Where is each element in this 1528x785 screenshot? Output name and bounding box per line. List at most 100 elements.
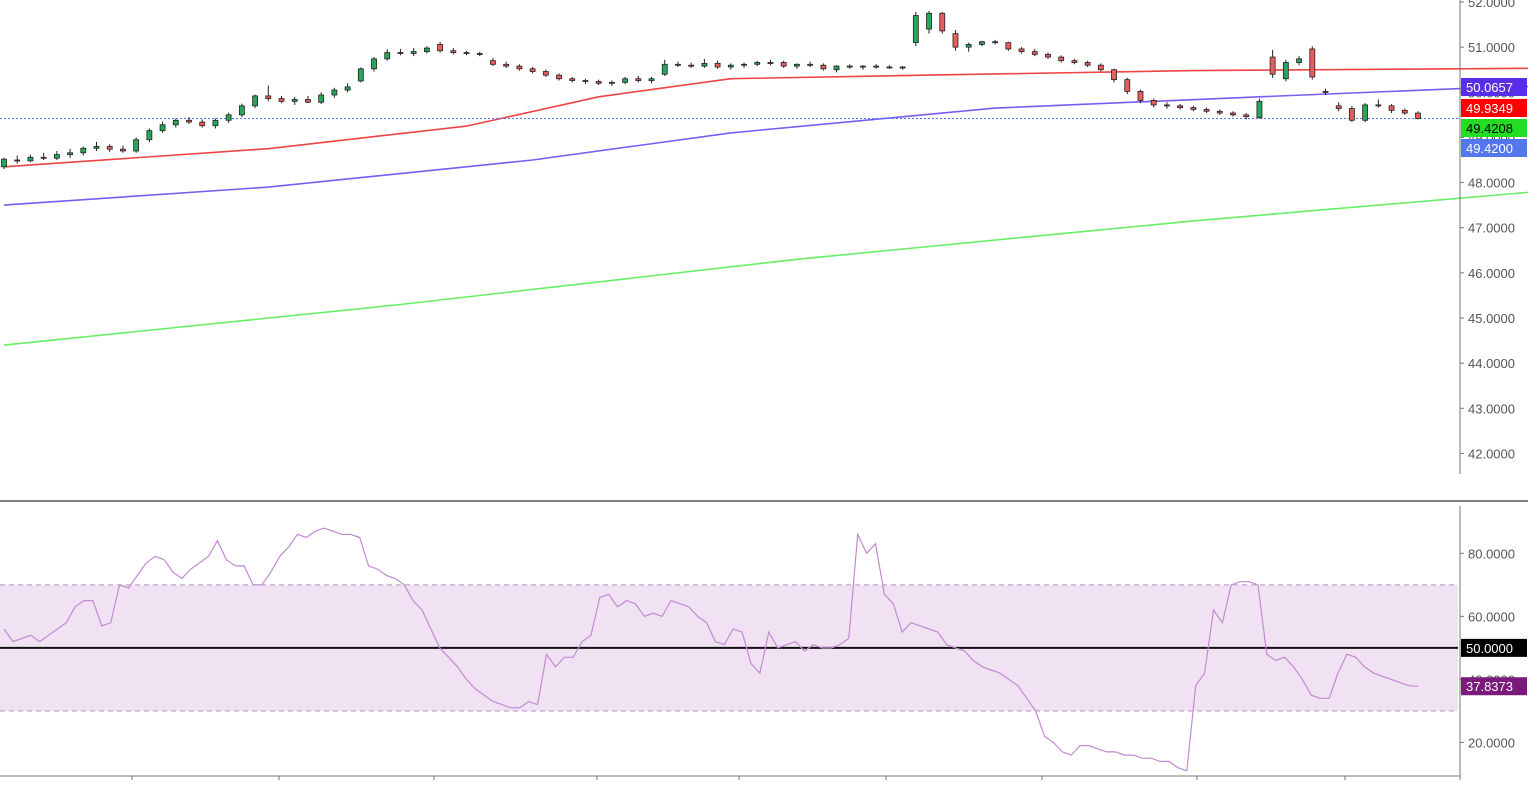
rsi-tick-label: 80.0000 bbox=[1468, 546, 1515, 561]
candle-body bbox=[1045, 53, 1051, 58]
candle-body bbox=[1256, 100, 1263, 118]
candle-body bbox=[1243, 114, 1250, 118]
candle-body bbox=[1282, 62, 1289, 80]
candle-body bbox=[701, 62, 708, 67]
candle-body bbox=[833, 65, 840, 71]
candle-body bbox=[886, 66, 893, 69]
candle-body bbox=[1031, 51, 1038, 55]
candle-body bbox=[608, 81, 615, 84]
candle-body bbox=[53, 154, 60, 159]
price-label-text-sma_mid: 50.0657 bbox=[1466, 80, 1513, 95]
candle-body bbox=[1058, 56, 1065, 62]
candle-body bbox=[846, 65, 853, 68]
candle-body bbox=[635, 78, 642, 81]
price-tick-label: 52.0000 bbox=[1468, 0, 1515, 10]
candle-body bbox=[1, 158, 7, 168]
candle-body bbox=[305, 99, 311, 103]
moving-average-layer bbox=[0, 67, 1528, 346]
candle-body bbox=[503, 63, 510, 67]
candle-body bbox=[1349, 108, 1355, 121]
candle-body bbox=[1071, 60, 1078, 63]
candle-body bbox=[1269, 56, 1276, 75]
candle-body bbox=[1164, 104, 1170, 107]
candle-body bbox=[1216, 110, 1223, 114]
candle-body bbox=[133, 139, 140, 152]
candle-body bbox=[793, 63, 800, 67]
moving-average-line-sma_mid bbox=[3, 85, 1528, 206]
candle-body bbox=[952, 33, 959, 48]
rsi-tick-label: 60.0000 bbox=[1468, 609, 1515, 624]
candle-body bbox=[1388, 105, 1395, 111]
candle-body bbox=[331, 89, 338, 96]
candle-body bbox=[278, 98, 285, 102]
candle-body bbox=[899, 66, 906, 69]
candle-body bbox=[873, 65, 880, 68]
candle-body bbox=[661, 63, 668, 75]
candle-body bbox=[1203, 109, 1210, 112]
candle-body bbox=[93, 146, 100, 149]
candle-body bbox=[582, 80, 589, 82]
candle-body bbox=[357, 68, 364, 82]
price-tick-label: 44.0000 bbox=[1468, 356, 1515, 371]
moving-average-line-sma_slow bbox=[3, 191, 1528, 346]
candle-body bbox=[225, 114, 232, 121]
candle-body bbox=[780, 62, 787, 67]
candle-body bbox=[344, 86, 351, 91]
candle-body bbox=[675, 63, 681, 66]
candle-body bbox=[754, 62, 761, 65]
candle-body bbox=[252, 95, 258, 107]
candle-body bbox=[1415, 112, 1421, 119]
candle-body bbox=[159, 124, 166, 132]
candle-body bbox=[767, 62, 774, 64]
candle-body bbox=[172, 119, 179, 126]
candle-body bbox=[371, 58, 377, 70]
price-tick-label: 45.0000 bbox=[1468, 311, 1515, 326]
price-tick-label: 51.0000 bbox=[1468, 40, 1515, 55]
candle-body bbox=[450, 50, 457, 53]
candle-body bbox=[476, 53, 483, 55]
candle-body bbox=[27, 156, 34, 162]
candle-body bbox=[1335, 105, 1342, 109]
candle-body bbox=[14, 159, 21, 162]
candle-body bbox=[1137, 90, 1144, 101]
candle-body bbox=[1296, 58, 1302, 63]
rsi-midline-label-text: 50.0000 bbox=[1466, 641, 1513, 656]
candle-body bbox=[463, 52, 470, 54]
candle-body bbox=[397, 52, 404, 54]
candle-body bbox=[1018, 48, 1025, 53]
candle-body bbox=[516, 65, 523, 70]
candle-body bbox=[939, 12, 946, 32]
price-label-layer: 50.0657 49.9349 49.4208 49.4200 50.0000 37.83… bbox=[1461, 78, 1527, 696]
candle-body bbox=[1084, 62, 1091, 66]
candle-body bbox=[542, 71, 549, 76]
candle-body bbox=[741, 63, 747, 66]
candle-body bbox=[714, 62, 721, 68]
candle-body bbox=[595, 81, 602, 84]
candle-body bbox=[1097, 64, 1104, 71]
candle-body bbox=[648, 78, 655, 81]
candle-body bbox=[1177, 105, 1184, 109]
candle-body bbox=[490, 60, 496, 65]
candle-body bbox=[423, 47, 430, 53]
candle-body bbox=[965, 44, 972, 48]
trading-chart[interactable]: 42.0000 43.0000 44.0000 45.0000 46.0000 47.00… bbox=[0, 0, 1528, 780]
candle-body bbox=[265, 95, 272, 100]
candle-body bbox=[437, 44, 443, 52]
candlestick-layer bbox=[1, 11, 1421, 170]
candle-body bbox=[569, 78, 576, 81]
chart-canvas[interactable]: 42.0000 43.0000 44.0000 45.0000 46.0000 47.00… bbox=[0, 0, 1528, 780]
moving-average-line-sma_fast bbox=[3, 67, 1528, 168]
candle-body bbox=[1322, 90, 1329, 93]
candle-body bbox=[384, 52, 391, 60]
candle-body bbox=[992, 41, 999, 44]
candle-body bbox=[529, 68, 536, 72]
candle-body bbox=[1362, 104, 1369, 121]
candle-body bbox=[146, 130, 153, 141]
candle-body bbox=[106, 146, 113, 150]
candle-body bbox=[727, 64, 734, 68]
candle-body bbox=[186, 119, 192, 123]
candle-body bbox=[912, 15, 919, 44]
candle-body bbox=[1150, 100, 1157, 106]
candle-body bbox=[979, 41, 985, 45]
candle-body bbox=[120, 148, 126, 152]
